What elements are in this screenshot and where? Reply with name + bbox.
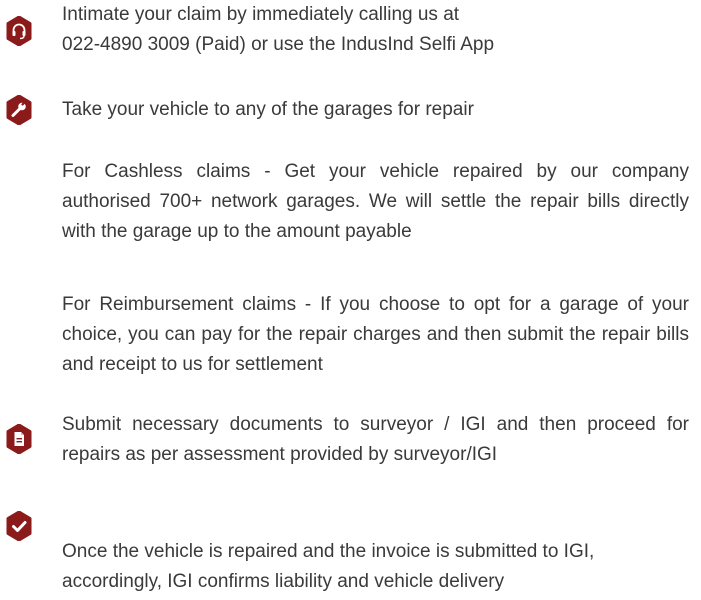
cashless-claims-paragraph: For Cashless claims - Get your vehicle r… <box>62 161 689 242</box>
step-1-line-2: 022-4890 3009 (Paid) or use the IndusInd… <box>62 34 495 55</box>
headset-icon <box>4 16 34 46</box>
checkmark-icon <box>4 511 34 541</box>
step-2-text: Take your vehicle to any of the garages … <box>62 99 474 120</box>
step-1-text: Intimate your claim by immediately calli… <box>62 0 689 60</box>
reimbursement-claims-paragraph: For Reimbursement claims - If you choose… <box>62 294 689 375</box>
step-3-text: Submit necessary documents to surveyor /… <box>62 414 689 465</box>
step-4-text: Once the vehicle is repaired and the inv… <box>62 541 595 592</box>
document-icon <box>4 424 34 454</box>
step-1-line-1: Intimate your claim by immediately calli… <box>62 4 460 25</box>
wrench-icon <box>4 95 34 125</box>
